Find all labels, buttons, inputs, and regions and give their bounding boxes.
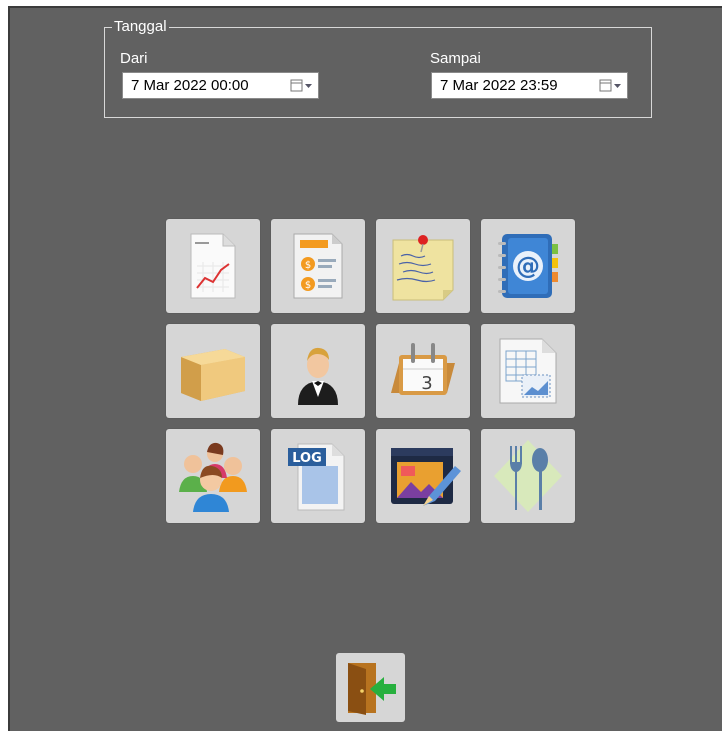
calendar-tile[interactable]: 3: [376, 324, 470, 418]
calendar-icon: 3: [391, 343, 455, 395]
svg-text:LOG: LOG: [292, 451, 322, 466]
log-file-icon: LOG: [288, 443, 345, 511]
menu-tile[interactable]: [481, 429, 575, 523]
to-date-value: 7 Mar 2022 23:59: [440, 77, 558, 94]
exit-door-icon: [347, 662, 396, 715]
line-report-icon: [190, 233, 236, 299]
package-box-icon: [181, 349, 245, 401]
calendar-dropdown-icon[interactable]: [599, 78, 623, 93]
fork-spoon-icon: [494, 440, 562, 512]
spreadsheet-tile[interactable]: [481, 324, 575, 418]
design-edit-icon: [391, 448, 461, 506]
finance-report-icon: $ $: [293, 233, 343, 299]
svg-text:3: 3: [421, 373, 432, 394]
from-label: Dari: [120, 50, 148, 67]
svg-text:$: $: [305, 280, 311, 291]
design-tile[interactable]: [376, 429, 470, 523]
log-tile[interactable]: LOG: [271, 429, 365, 523]
exit-button[interactable]: [336, 653, 405, 722]
svg-text:@: @: [516, 252, 540, 280]
finance-tile[interactable]: $ $: [271, 219, 365, 313]
from-date-value: 7 Mar 2022 00:00: [131, 77, 249, 94]
user-group-icon: [179, 442, 247, 512]
address-book-icon: @: [498, 234, 558, 298]
sticky-note-icon: [392, 235, 454, 301]
inventory-tile[interactable]: [166, 324, 260, 418]
spreadsheet-chart-icon: [499, 338, 557, 404]
users-tile[interactable]: [166, 429, 260, 523]
contacts-tile[interactable]: @: [481, 219, 575, 313]
calendar-dropdown-icon[interactable]: [290, 78, 314, 93]
date-filter-legend: Tanggal: [114, 18, 167, 35]
date-filter-group: Tanggal: [104, 19, 652, 118]
waiter-tile[interactable]: [271, 324, 365, 418]
waiter-icon: [298, 347, 338, 405]
from-date-picker[interactable]: 7 Mar 2022 00:00: [122, 72, 319, 99]
report-tile[interactable]: [166, 219, 260, 313]
to-date-picker[interactable]: 7 Mar 2022 23:59: [431, 72, 628, 99]
to-label: Sampai: [430, 50, 481, 67]
main-panel: Tanggal Dari 7 Mar 2022 00:00 Sampai 7 M…: [8, 6, 722, 731]
svg-text:$: $: [305, 260, 311, 271]
notes-tile[interactable]: [376, 219, 470, 313]
